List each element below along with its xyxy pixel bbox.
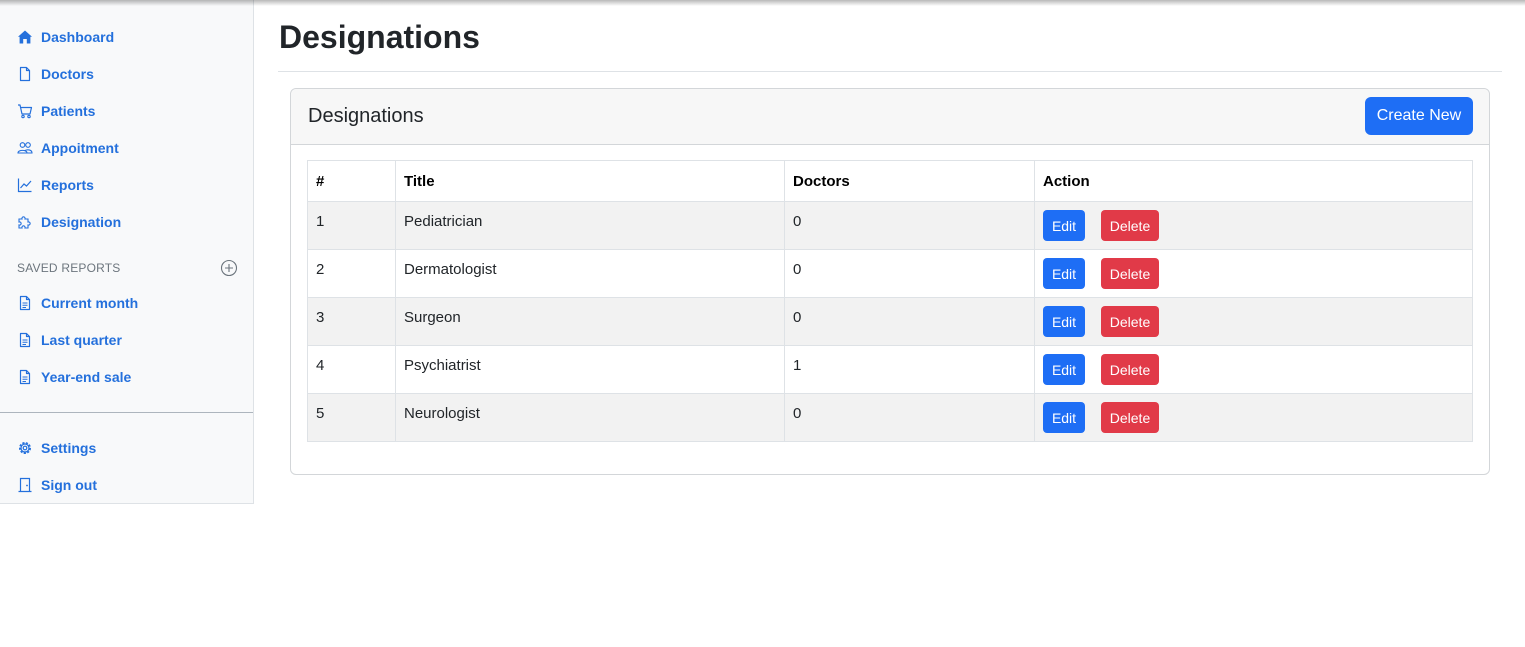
row-actions: Edit Delete [1034, 393, 1473, 442]
row-number: 2 [307, 249, 396, 298]
gear-icon [17, 440, 33, 456]
row-title: Pediatrician [395, 201, 785, 250]
saved-reports-heading: SAVED REPORTS [0, 252, 253, 284]
row-title: Psychiatrist [395, 345, 785, 394]
column-header-doctors: Doctors [784, 160, 1035, 202]
sidebar-item-last-quarter[interactable]: Last quarter [0, 321, 253, 358]
sidebar-item-patients[interactable]: Patients [0, 92, 253, 129]
row-actions: Edit Delete [1034, 249, 1473, 298]
sidebar-item-label: Settings [41, 439, 97, 456]
card-header: Designations Create New [291, 89, 1489, 145]
table-row: 5 Neurologist 0 Edit Delete [307, 393, 1473, 442]
sidebar-divider [0, 412, 253, 413]
page-header: Designations [278, 0, 1502, 72]
column-header-action: Action [1034, 160, 1473, 202]
delete-button[interactable]: Delete [1101, 258, 1159, 289]
sidebar-item-label: Sign out [41, 476, 97, 493]
card-title: Designations [308, 105, 424, 127]
row-title: Dermatologist [395, 249, 785, 298]
sidebar-item-label: Appoitment [41, 139, 119, 156]
door-icon [17, 477, 33, 493]
row-doctors-count: 0 [784, 393, 1035, 442]
row-doctors-count: 1 [784, 345, 1035, 394]
bottom-nav: Settings Sign out [0, 429, 253, 503]
sidebar-item-label: Dashboard [41, 28, 115, 45]
sidebar-item-label: Current month [41, 294, 139, 311]
sidebar-item-label: Year-end sale [41, 368, 132, 385]
row-number: 4 [307, 345, 396, 394]
add-report-icon[interactable] [220, 259, 238, 277]
table-row: 4 Psychiatrist 1 Edit Delete [307, 345, 1473, 394]
designations-table: # Title Doctors Action 1 Pediatrician 0 … [307, 160, 1473, 442]
delete-button[interactable]: Delete [1101, 354, 1159, 385]
row-number: 3 [307, 297, 396, 346]
edit-button[interactable]: Edit [1043, 402, 1085, 433]
delete-button[interactable]: Delete [1101, 306, 1159, 337]
sidebar-item-label: Patients [41, 102, 96, 119]
column-header-number: # [307, 160, 396, 202]
edit-button[interactable]: Edit [1043, 210, 1085, 241]
create-new-button[interactable]: Create New [1365, 97, 1473, 135]
table-row: 2 Dermatologist 0 Edit Delete [307, 249, 1473, 298]
row-actions: Edit Delete [1034, 297, 1473, 346]
row-doctors-count: 0 [784, 201, 1035, 250]
sidebar-item-appointment[interactable]: Appoitment [0, 129, 253, 166]
page-title: Designations [279, 19, 480, 55]
sidebar-item-label: Designation [41, 213, 122, 230]
file-icon [17, 66, 33, 82]
edit-button[interactable]: Edit [1043, 306, 1085, 337]
column-header-title: Title [395, 160, 785, 202]
saved-reports-label: SAVED REPORTS [17, 261, 121, 275]
main-nav: Dashboard Doctors Patients Appoitment Re… [0, 0, 253, 240]
puzzle-icon [17, 214, 33, 230]
row-title: Neurologist [395, 393, 785, 442]
saved-reports-list: Current month Last quarter Year-end sale [0, 284, 253, 395]
people-icon [17, 140, 33, 156]
sidebar: Dashboard Doctors Patients Appoitment Re… [0, 0, 254, 504]
row-actions: Edit Delete [1034, 345, 1473, 394]
sidebar-item-designation[interactable]: Designation [0, 203, 253, 240]
delete-button[interactable]: Delete [1101, 402, 1159, 433]
cart-icon [17, 103, 33, 119]
sidebar-item-reports[interactable]: Reports [0, 166, 253, 203]
table-header-row: # Title Doctors Action [307, 160, 1473, 202]
sidebar-item-year-end-sale[interactable]: Year-end sale [0, 358, 253, 395]
sidebar-item-sign-out[interactable]: Sign out [0, 466, 253, 503]
table-row: 1 Pediatrician 0 Edit Delete [307, 201, 1473, 250]
row-doctors-count: 0 [784, 297, 1035, 346]
row-doctors-count: 0 [784, 249, 1035, 298]
house-icon [17, 29, 33, 45]
sidebar-item-label: Reports [41, 176, 94, 193]
sidebar-item-label: Last quarter [41, 331, 122, 348]
edit-button[interactable]: Edit [1043, 258, 1085, 289]
file-text-icon [17, 332, 33, 348]
row-actions: Edit Delete [1034, 201, 1473, 250]
chart-line-icon [17, 177, 33, 193]
file-text-icon [17, 369, 33, 385]
sidebar-item-settings[interactable]: Settings [0, 429, 253, 466]
row-number: 1 [307, 201, 396, 250]
row-title: Surgeon [395, 297, 785, 346]
table-row: 3 Surgeon 0 Edit Delete [307, 297, 1473, 346]
sidebar-item-doctors[interactable]: Doctors [0, 55, 253, 92]
designations-card: Designations Create New # Title Doctors … [290, 88, 1490, 475]
edit-button[interactable]: Edit [1043, 354, 1085, 385]
sidebar-item-current-month[interactable]: Current month [0, 284, 253, 321]
main-content: Designations Designations Create New # T… [278, 0, 1502, 475]
file-text-icon [17, 295, 33, 311]
delete-button[interactable]: Delete [1101, 210, 1159, 241]
row-number: 5 [307, 393, 396, 442]
sidebar-item-label: Doctors [41, 65, 94, 82]
top-shadow [0, 0, 1525, 6]
sidebar-item-dashboard[interactable]: Dashboard [0, 18, 253, 55]
